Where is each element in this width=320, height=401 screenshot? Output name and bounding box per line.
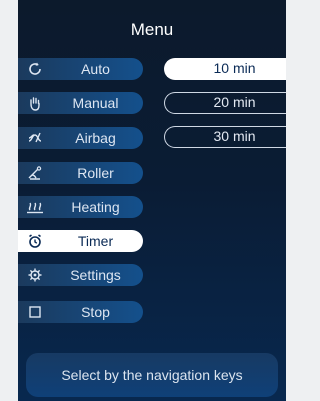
menu-item-label: Settings xyxy=(70,267,121,283)
menu-item-auto[interactable]: Auto xyxy=(18,58,143,80)
menu-item-label: Heating xyxy=(71,199,120,215)
menu-item-stop[interactable]: Stop xyxy=(18,301,143,323)
menu-item-roller[interactable]: Roller xyxy=(18,162,143,184)
device-screen: Menu Auto Manual Airbag Roller Heating T… xyxy=(18,0,286,401)
menu-item-label: Timer xyxy=(77,233,114,249)
navigation-hint: Select by the navigation keys xyxy=(26,353,278,397)
menu-item-manual[interactable]: Manual xyxy=(18,92,143,114)
auto-cycle-icon xyxy=(26,60,44,78)
menu-item-label: Stop xyxy=(81,304,110,320)
page-title: Menu xyxy=(130,20,174,39)
gear-icon xyxy=(26,266,44,284)
roller-icon xyxy=(26,164,44,182)
timer-option-10-min[interactable]: 10 min xyxy=(164,58,286,80)
heating-icon xyxy=(26,198,44,216)
menu-item-label: Airbag xyxy=(75,130,116,146)
menu-item-timer[interactable]: Timer xyxy=(18,230,143,252)
airbag-icon xyxy=(26,129,44,147)
timer-option-20-min[interactable]: 20 min xyxy=(164,92,286,114)
stop-square-icon xyxy=(26,303,44,321)
timer-option-30-min[interactable]: 30 min xyxy=(164,126,286,148)
menu-item-label: Auto xyxy=(81,61,110,77)
menu-item-label: Manual xyxy=(72,95,119,111)
menu-item-settings[interactable]: Settings xyxy=(18,264,143,286)
alarm-clock-icon xyxy=(26,232,44,250)
menu-item-airbag[interactable]: Airbag xyxy=(18,127,143,149)
menu-item-heating[interactable]: Heating xyxy=(18,196,143,218)
menu-item-label: Roller xyxy=(77,165,114,181)
hand-icon xyxy=(26,94,44,112)
